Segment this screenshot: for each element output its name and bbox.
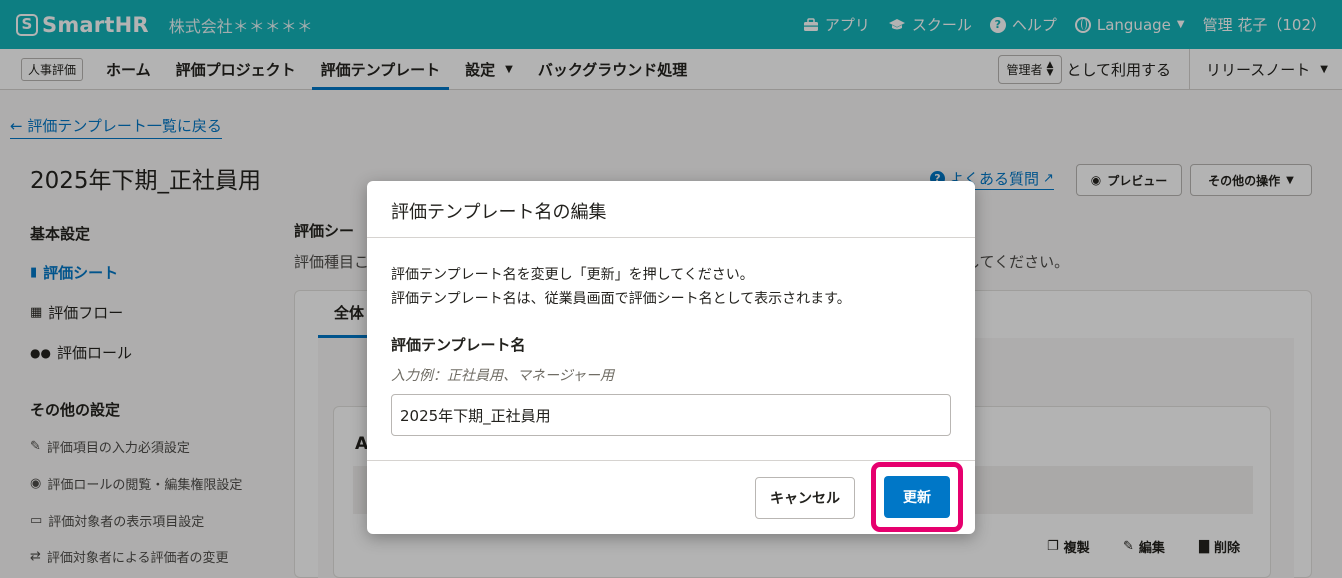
dialog-title: 評価テンプレート名の編集 <box>391 202 607 223</box>
template-name-hint: 入力例：正社員用、マネージャー用 <box>391 368 615 384</box>
update-button[interactable]: 更新 <box>884 476 950 518</box>
dialog-description-line: 評価テンプレート名を変更し「更新」を押してください。 <box>391 267 754 283</box>
template-name-label: 評価テンプレート名 <box>391 336 526 354</box>
cancel-button[interactable]: キャンセル <box>755 477 855 519</box>
dialog-description: 評価テンプレート名を変更し「更新」を押してください。 評価テンプレート名は、従業… <box>391 263 851 311</box>
divider <box>367 237 975 238</box>
dialog-description-line: 評価テンプレート名は、従業員画面で評価シート名として表示されます。 <box>391 291 851 307</box>
highlight-frame: 更新 <box>871 462 963 532</box>
divider <box>367 460 975 461</box>
template-name-input[interactable] <box>391 394 951 436</box>
edit-template-name-dialog: 評価テンプレート名の編集 評価テンプレート名を変更し「更新」を押してください。 … <box>367 181 975 534</box>
